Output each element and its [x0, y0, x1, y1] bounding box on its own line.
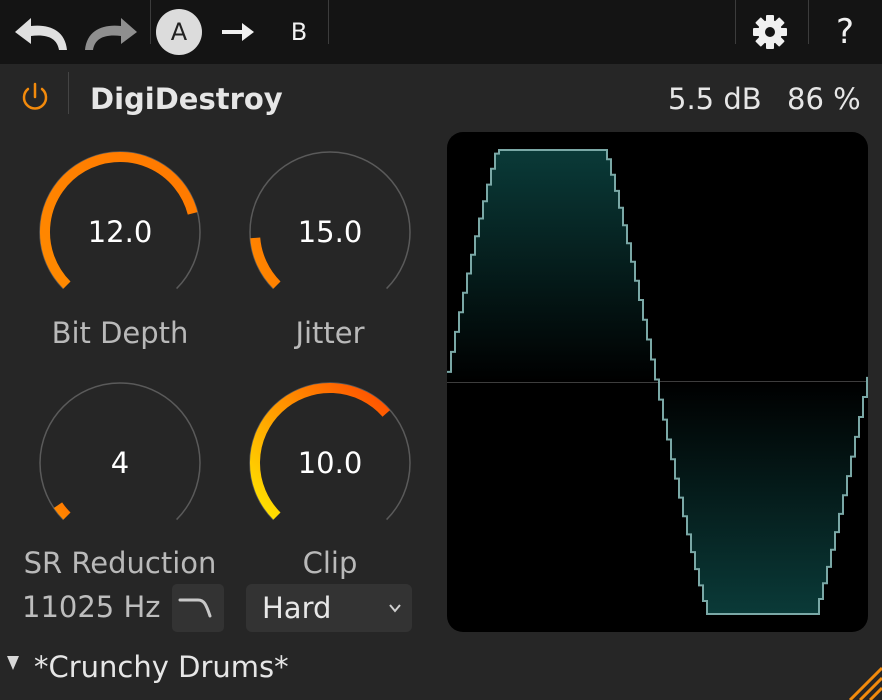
resize-grip-icon[interactable] — [842, 664, 882, 700]
undo-button[interactable] — [4, 0, 74, 64]
jitter-knob[interactable]: 15.0 — [245, 147, 415, 317]
sr-reduction-label: SR Reduction — [23, 546, 217, 580]
b-slot-button[interactable]: B — [278, 0, 320, 64]
toolbar-separator — [808, 0, 809, 44]
power-icon — [22, 82, 48, 110]
toolbar-separator — [735, 0, 736, 44]
b-slot-label: B — [290, 18, 308, 46]
clip-label: Clip — [302, 546, 358, 580]
bit-depth-knob[interactable]: 12.0 — [35, 147, 205, 317]
waveform-display — [447, 132, 868, 632]
redo-icon — [85, 18, 137, 50]
preset-menu-triangle-icon[interactable] — [6, 654, 20, 672]
toolbar-separator — [328, 0, 329, 44]
redo-button[interactable] — [78, 0, 148, 64]
toolbar-separator — [150, 0, 151, 44]
bit-depth-label: Bit Depth — [51, 316, 189, 350]
toolbar: A B ? — [0, 0, 882, 64]
plugin-title: DigiDestroy — [90, 82, 283, 116]
jitter-value: 15.0 — [297, 215, 363, 249]
arrow-right-icon — [222, 23, 254, 41]
sr-reduction-knob[interactable]: 4 — [35, 378, 205, 548]
settings-button[interactable] — [745, 0, 795, 64]
clip-mode-value: Hard — [262, 591, 332, 625]
filter-curve-icon — [178, 598, 212, 618]
power-button[interactable] — [18, 80, 52, 114]
waveform-negative-fill — [447, 382, 868, 614]
help-label: ? — [835, 12, 855, 52]
preset-name[interactable]: *Crunchy Drums* — [34, 650, 289, 684]
mix-readout: 86 % — [787, 82, 861, 116]
help-button[interactable]: ? — [815, 0, 875, 64]
copy-a-to-b-button[interactable] — [216, 0, 260, 64]
filter-toggle-button[interactable] — [172, 584, 224, 632]
clip-value: 10.0 — [297, 446, 363, 480]
sr-reduction-value: 4 — [110, 446, 130, 480]
gear-icon — [753, 15, 787, 49]
waveform-graph — [447, 149, 868, 615]
waveform-positive-fill — [447, 150, 868, 382]
gain-readout: 5.5 dB — [668, 82, 762, 116]
sample-rate-readout: 11025 Hz — [22, 590, 161, 624]
clip-knob[interactable]: 10.0 — [245, 378, 415, 548]
chevron-down-icon — [389, 604, 401, 613]
jitter-label: Jitter — [295, 316, 365, 350]
a-slot-button[interactable]: A — [154, 0, 204, 64]
header-separator — [68, 72, 69, 114]
plugin-header: DigiDestroy 5.5 dB 86 % — [0, 64, 882, 136]
clip-mode-select[interactable]: Hard — [246, 584, 412, 632]
undo-icon — [15, 18, 67, 50]
bit-depth-value: 12.0 — [87, 215, 153, 249]
a-slot-label: A — [156, 9, 202, 55]
